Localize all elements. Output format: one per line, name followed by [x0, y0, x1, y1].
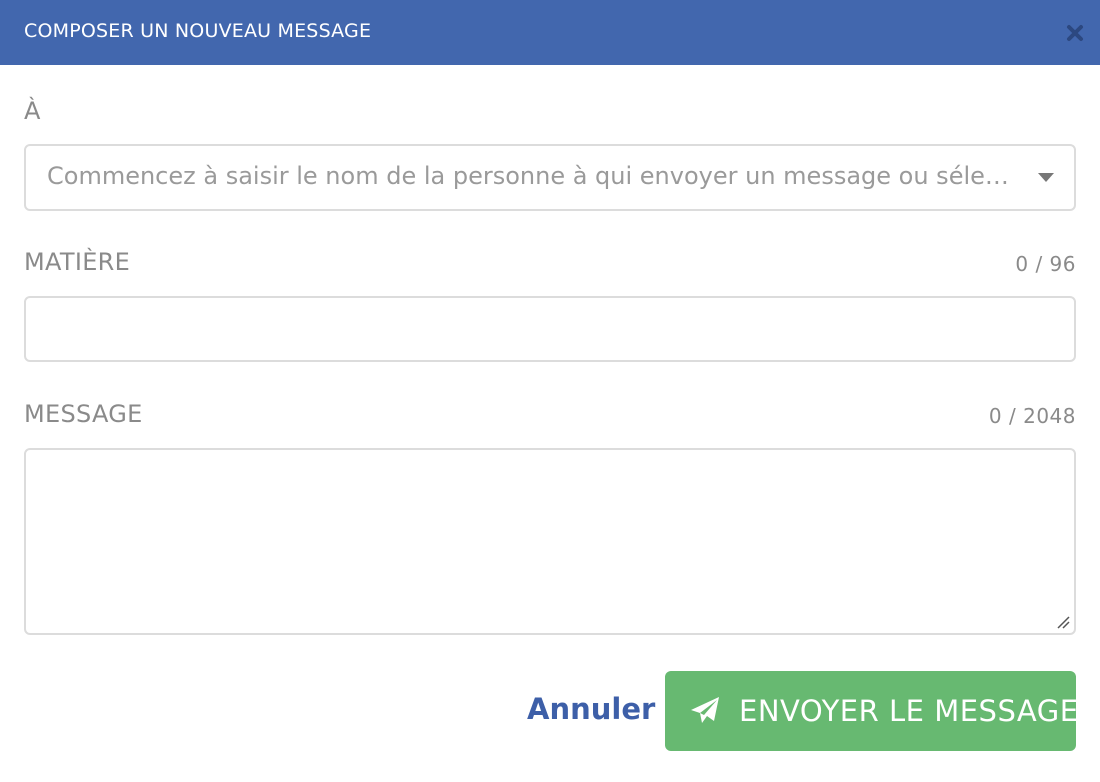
dialog-header: COMPOSER UN NOUVEAU MESSAGE: [0, 0, 1100, 65]
send-message-button[interactable]: ENVOYER LE MESSAGE: [665, 671, 1079, 751]
message-char-counter: 0 / 2048: [988, 404, 1076, 428]
subject-input[interactable]: [24, 296, 1076, 362]
recipient-placeholder: Commencez à saisir le nom de la personne…: [47, 162, 1009, 190]
compose-message-dialog: COMPOSER UN NOUVEAU MESSAGE À Commencez …: [0, 0, 1100, 782]
subject-label: MATIÈRE: [24, 248, 131, 276]
chevron-down-icon: [1038, 173, 1054, 182]
resize-grip-icon[interactable]: [1056, 615, 1070, 629]
message-textarea[interactable]: [24, 448, 1076, 635]
cancel-button[interactable]: Annuler: [527, 692, 655, 726]
paper-plane-icon: [691, 697, 719, 723]
dialog-title: COMPOSER UN NOUVEAU MESSAGE: [24, 20, 372, 42]
subject-char-counter: 0 / 96: [1015, 252, 1076, 276]
close-button[interactable]: [1064, 22, 1086, 44]
message-label: MESSAGE: [24, 400, 143, 428]
send-message-label: ENVOYER LE MESSAGE: [739, 694, 1079, 728]
close-icon: [1067, 25, 1083, 41]
recipient-label: À: [24, 97, 41, 125]
recipient-select[interactable]: Commencez à saisir le nom de la personne…: [24, 144, 1076, 211]
